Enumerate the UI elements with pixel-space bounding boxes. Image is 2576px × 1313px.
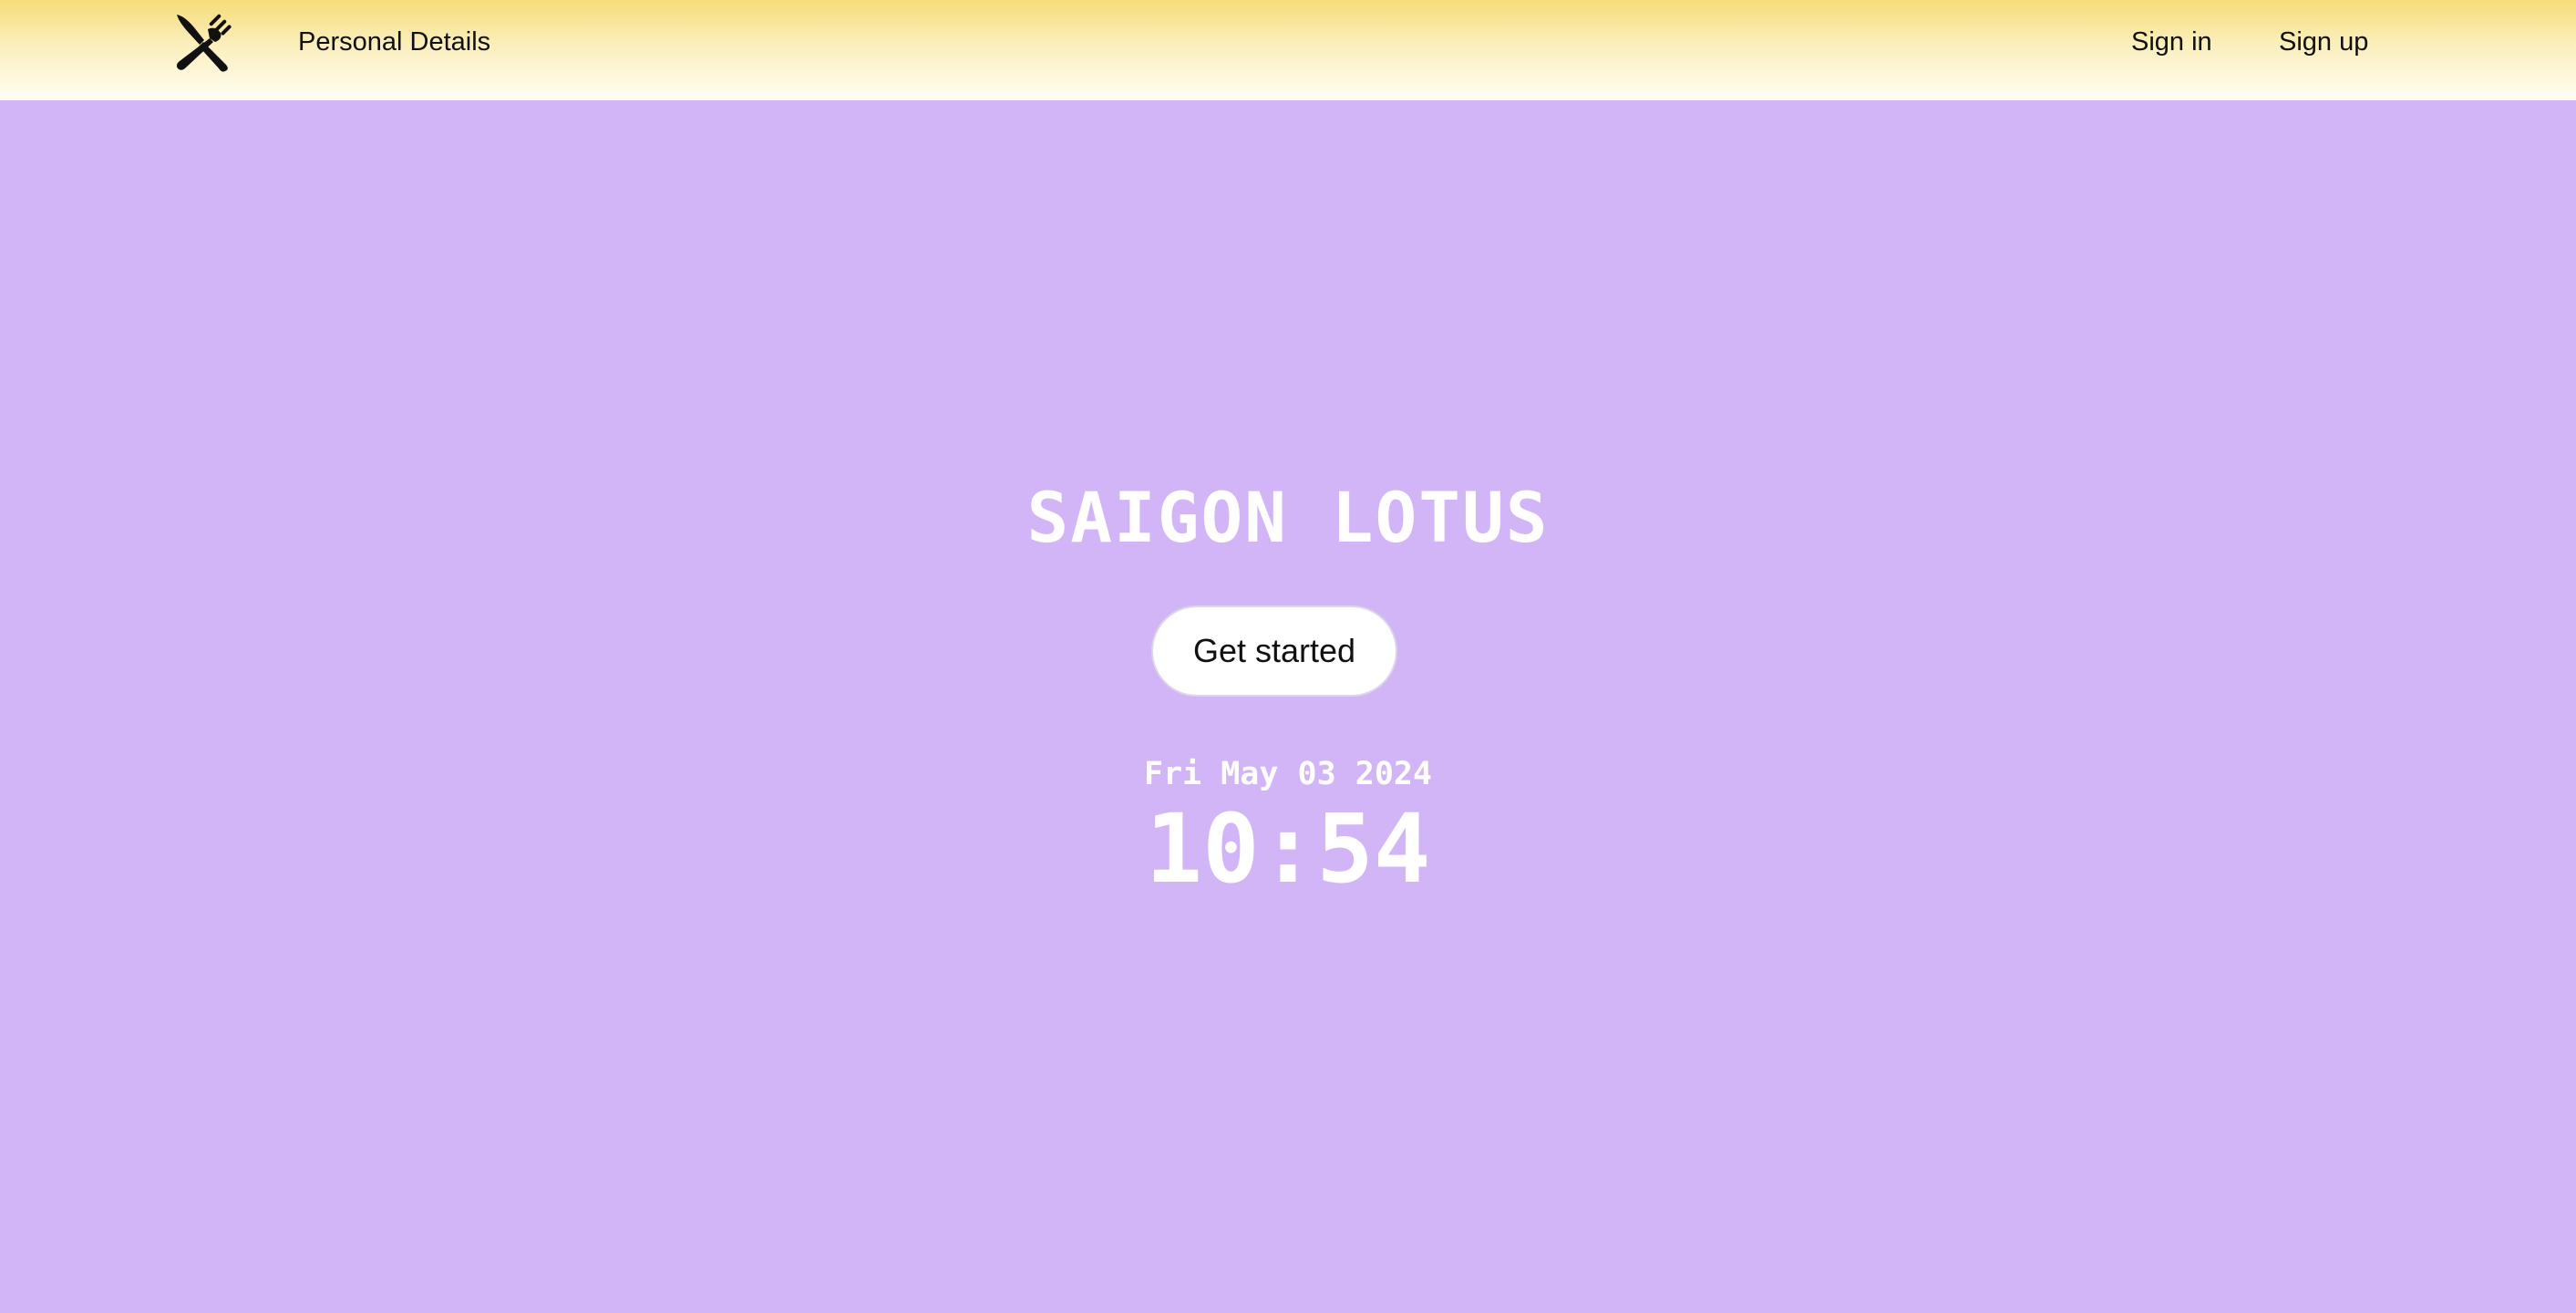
top-navbar: Personal Details Sign in Sign up bbox=[0, 0, 2576, 100]
hero-section bbox=[0, 100, 2576, 1313]
restaurant-title: SAIGON LOTUS bbox=[1026, 477, 1550, 558]
sign-in-link[interactable]: Sign in bbox=[2131, 0, 2212, 84]
personal-details-link[interactable]: Personal Details bbox=[298, 0, 490, 84]
get-started-button[interactable]: Get started bbox=[1151, 605, 1397, 697]
sign-up-link[interactable]: Sign up bbox=[2279, 0, 2368, 84]
current-time: 10:54 bbox=[1145, 793, 1431, 905]
fork-and-knife-icon[interactable] bbox=[173, 11, 232, 73]
current-date: Fri May 03 2024 bbox=[1143, 756, 1433, 792]
